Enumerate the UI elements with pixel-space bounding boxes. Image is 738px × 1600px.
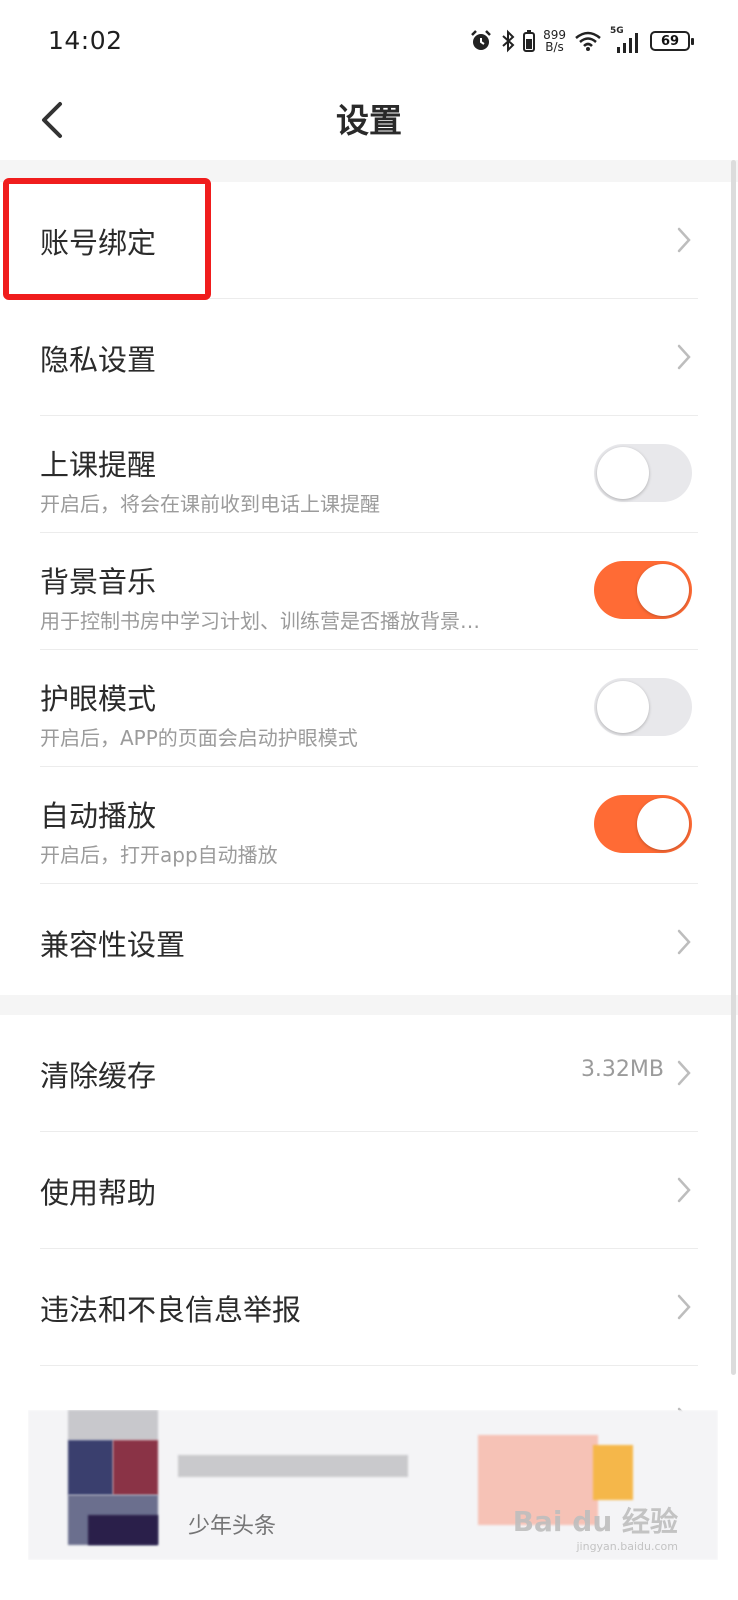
nav-bar: 设置: [0, 80, 738, 160]
row-title: 背景音乐: [40, 565, 157, 599]
row-subtitle: 开启后，将会在课前收到电话上课提醒: [40, 492, 380, 516]
cellular-signal: 5G: [610, 26, 642, 54]
settings-section-other: 清除缓存 3.32MB 使用帮助 违法和不良信息举报: [0, 1015, 738, 1366]
row-title: 清除缓存: [40, 1059, 157, 1093]
autoplay-toggle[interactable]: [594, 795, 692, 853]
watermark-logo: Bai du 经验: [512, 1505, 678, 1538]
scrollbar[interactable]: [731, 160, 736, 1375]
bluetooth-icon: [502, 29, 515, 53]
chevron-right-icon: [677, 1294, 691, 1320]
settings-row-privacy[interactable]: 隐私设置: [40, 299, 698, 416]
toggle-knob: [597, 681, 649, 733]
chevron-right-icon: [677, 929, 691, 955]
row-title: 账号绑定: [40, 226, 157, 260]
toggle-knob: [637, 798, 689, 850]
watermark-url: jingyan.baidu.com: [576, 1540, 678, 1553]
class-reminder-toggle[interactable]: [594, 444, 692, 502]
status-icons: 899 B/s 5G 69: [469, 26, 694, 56]
row-title: 兼容性设置: [40, 928, 186, 962]
chevron-right-icon: [677, 1177, 691, 1203]
section-divider: [0, 995, 738, 1015]
settings-section-general: 账号绑定 隐私设置 上课提醒 开启后，将会在课前收到电话上课提醒 背景音乐 用于…: [0, 182, 738, 1000]
toggle-knob: [637, 564, 689, 616]
settings-row-help[interactable]: 使用帮助: [40, 1132, 698, 1249]
ad-caption: 少年头条: [188, 1514, 277, 1539]
row-title: 上课提醒: [40, 448, 157, 482]
section-divider: [0, 160, 738, 182]
settings-row-autoplay: 自动播放 开启后，打开app自动播放: [40, 767, 698, 884]
chevron-right-icon: [677, 1060, 691, 1086]
wifi-icon: [575, 31, 601, 51]
toggle-knob: [597, 447, 649, 499]
settings-row-class-reminder: 上课提醒 开启后，将会在课前收到电话上课提醒: [40, 416, 698, 533]
net-speed: 899 B/s: [543, 28, 566, 54]
eye-protection-toggle[interactable]: [594, 678, 692, 736]
row-title: 使用帮助: [40, 1176, 157, 1210]
page-title: 设置: [336, 101, 402, 140]
row-title: 自动播放: [40, 799, 157, 833]
chevron-right-icon: [677, 344, 691, 370]
row-subtitle: 用于控制书房中学习计划、训练营是否播放背景…: [40, 609, 480, 633]
settings-row-clear-cache[interactable]: 清除缓存 3.32MB: [40, 1015, 698, 1132]
row-subtitle: 开启后，打开app自动播放: [40, 843, 278, 867]
settings-row-account-binding[interactable]: 账号绑定: [40, 182, 698, 299]
row-title: 护眼模式: [40, 682, 157, 716]
background-music-toggle[interactable]: [594, 561, 692, 619]
row-subtitle: 开启后，APP的页面会启动护眼模式: [40, 726, 358, 750]
battery-icon: 69: [650, 31, 694, 51]
settings-row-compatibility[interactable]: 兼容性设置: [40, 884, 698, 1000]
alarm-icon: [471, 30, 491, 50]
row-title: 违法和不良信息举报: [40, 1293, 302, 1327]
status-time: 14:02: [48, 26, 123, 55]
battery-saver-icon: [523, 30, 536, 52]
status-bar: 14:02 899 B/s 5G 69: [0, 0, 738, 80]
settings-row-background-music: 背景音乐 用于控制书房中学习计划、训练营是否播放背景…: [40, 533, 698, 650]
settings-row-eye-protection: 护眼模式 开启后，APP的页面会启动护眼模式: [40, 650, 698, 767]
settings-row-report[interactable]: 违法和不良信息举报: [40, 1249, 698, 1366]
row-title: 隐私设置: [40, 343, 157, 377]
signal-icon: [617, 33, 638, 53]
cache-size: 3.32MB: [580, 1057, 664, 1082]
chevron-right-icon: [677, 227, 691, 253]
